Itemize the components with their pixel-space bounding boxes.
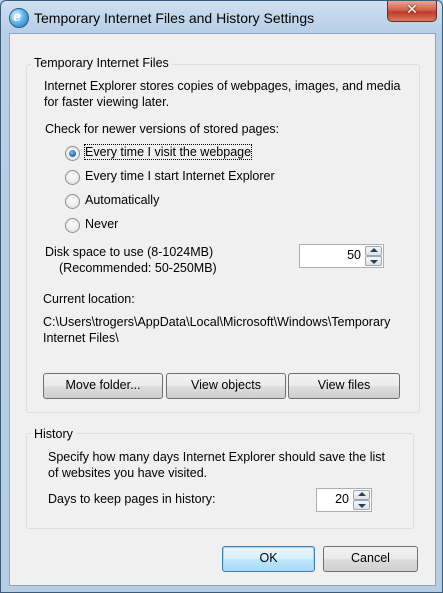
days-to-keep-input[interactable]: 20 — [335, 492, 349, 506]
window-title: Temporary Internet Files and History Set… — [34, 10, 315, 26]
title-bar[interactable]: e Temporary Internet Files and History S… — [1, 1, 442, 35]
radio-never[interactable]: Never — [65, 217, 155, 235]
days-spin-arrows — [353, 490, 370, 510]
internet-explorer-icon: e — [9, 8, 29, 28]
radio-label-every-visit[interactable]: Every time I visit the webpage — [83, 144, 253, 160]
current-location-label: Current location: — [43, 292, 135, 306]
spin-down-icon[interactable] — [353, 500, 370, 510]
close-button[interactable]: ✕ — [387, 1, 437, 22]
disk-space-input[interactable]: 50 — [347, 248, 361, 262]
dialog-window: e Temporary Internet Files and History S… — [0, 0, 443, 593]
dialog-body: Temporary Internet Files Internet Explor… — [9, 33, 436, 586]
cancel-button[interactable]: Cancel — [323, 546, 418, 572]
radio-button[interactable] — [65, 194, 80, 209]
tif-description-line1: Internet Explorer stores copies of webpa… — [44, 79, 401, 93]
view-files-button[interactable]: View files — [288, 373, 400, 399]
radio-every-start[interactable]: Every time I start Internet Explorer — [65, 169, 315, 187]
history-legend: History — [31, 427, 76, 441]
spin-up-icon[interactable] — [353, 490, 370, 500]
history-description-line2: of websites you have visited. — [48, 466, 208, 480]
disk-space-recommended: (Recommended: 50-250MB) — [59, 261, 217, 275]
check-versions-label: Check for newer versions of stored pages… — [45, 122, 280, 136]
radio-label-never[interactable]: Never — [85, 217, 118, 231]
temporary-internet-files-legend: Temporary Internet Files — [31, 56, 172, 70]
radio-button[interactable] — [65, 218, 80, 233]
days-to-keep-label: Days to keep pages in history: — [48, 492, 216, 506]
spin-down-icon[interactable] — [365, 256, 382, 266]
disk-space-label: Disk space to use (8-1024MB) — [45, 245, 214, 259]
radio-every-visit[interactable]: Every time I visit the webpage — [65, 144, 285, 163]
disk-space-spinner[interactable]: 50 — [299, 244, 384, 268]
view-objects-button[interactable]: View objects — [166, 373, 286, 399]
days-to-keep-spinner[interactable]: 20 — [316, 488, 372, 512]
move-folder-button[interactable]: Move folder... — [43, 373, 163, 399]
radio-automatically[interactable]: Automatically — [65, 193, 195, 211]
history-group — [26, 433, 414, 529]
spin-up-icon[interactable] — [365, 246, 382, 256]
ok-button[interactable]: OK — [222, 546, 315, 572]
current-location-path-line1: C:\Users\trogers\AppData\Local\Microsoft… — [43, 315, 391, 329]
radio-button-checked[interactable] — [65, 146, 80, 161]
radio-label-automatically[interactable]: Automatically — [85, 193, 159, 207]
close-icon: ✕ — [406, 2, 418, 18]
history-description-line1: Specify how many days Internet Explorer … — [48, 450, 385, 464]
tif-description-line2: for faster viewing later. — [44, 95, 170, 109]
disk-space-spin-arrows — [365, 246, 382, 266]
current-location-path-line2: Internet Files\ — [43, 331, 119, 345]
radio-button[interactable] — [65, 170, 80, 185]
temporary-internet-files-group — [26, 64, 420, 413]
radio-label-every-start[interactable]: Every time I start Internet Explorer — [85, 169, 275, 183]
